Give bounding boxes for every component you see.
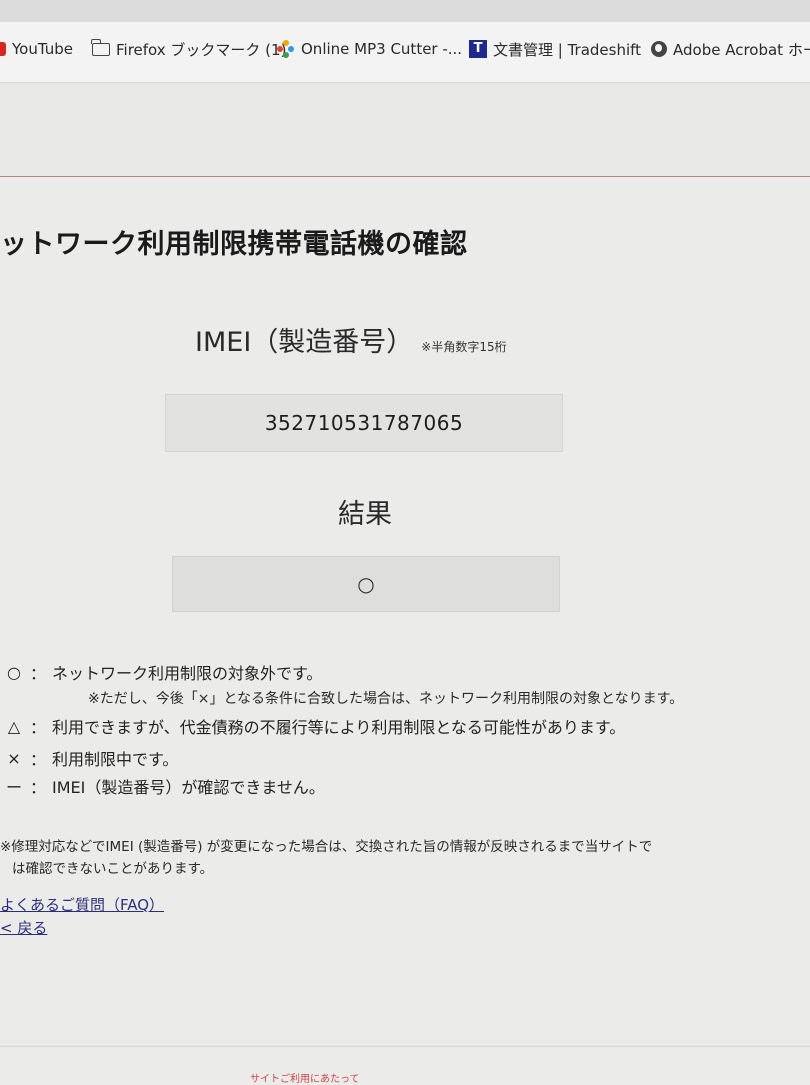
legend-separator: ：: [29, 664, 46, 683]
legend-symbol: ○: [7, 662, 21, 682]
legend-text: ネットワーク利用制限の対象外です。: [52, 664, 323, 683]
bookmark-label: Adobe Acrobat ホーム: [673, 40, 810, 59]
bookmark-adobe-acrobat[interactable]: Adobe Acrobat ホーム: [651, 36, 810, 62]
bookmark-tradeshift[interactable]: T 文書管理 | Tradeshift: [469, 36, 641, 62]
legend-separator: ：: [29, 778, 46, 797]
legend-symbol: ー: [5, 778, 22, 797]
content-area: [0, 177, 810, 1080]
result-label: 結果: [338, 499, 392, 530]
legend-text: IMEI（製造番号）が確認できません。: [52, 778, 325, 797]
legend-item-circle: ○ ： ネットワーク利用制限の対象外です。: [4, 660, 322, 684]
legend-symbol: ×: [7, 748, 21, 768]
imei-note: ※半角数字15桁: [421, 340, 507, 354]
imei-field[interactable]: 352710531787065: [165, 394, 563, 452]
legend-item-triangle: △ ： 利用できますが、代金債務の不履行等により利用制限となる可能性があります。: [4, 714, 625, 738]
imei-label-text: IMEI（製造番号）: [195, 327, 414, 358]
legend-sub-note: ※ただし、今後「×」となる条件に合致した場合は、ネットワーク利用制限の対象となり…: [88, 691, 684, 707]
back-link[interactable]: < 戻る: [0, 917, 47, 938]
legend-item-dash: ー ： IMEI（製造番号）が確認できません。: [4, 774, 325, 798]
globe-icon: [651, 41, 667, 57]
result-field: ○: [172, 556, 560, 612]
bookmark-firefox-folder[interactable]: Firefox ブックマーク (1): [91, 36, 287, 62]
header-area: [0, 83, 810, 176]
imei-label: IMEI（製造番号） ※半角数字15桁: [195, 320, 507, 359]
bookmark-mp3-cutter[interactable]: Online MP3 Cutter -...: [277, 36, 462, 62]
folder-icon: [91, 38, 110, 56]
repair-notice-line1: ※修理対応などでIMEI (製造番号) が変更になった場合は、交換された旨の情報…: [0, 839, 653, 855]
footer-divider: [0, 1046, 810, 1047]
bookmark-label: YouTube: [12, 40, 73, 58]
legend-text: 利用できますが、代金債務の不履行等により利用制限となる可能性があります。: [52, 718, 626, 737]
legend-item-cross: × ： 利用制限中です。: [4, 746, 178, 770]
legend-separator: ：: [29, 718, 46, 737]
bookmark-label: Firefox ブックマーク (1): [116, 40, 287, 59]
footer: サイトご利用にあたって: [250, 1070, 360, 1085]
bookmark-youtube[interactable]: YouTube: [0, 36, 73, 62]
bookmarks-bar: YouTube Firefox ブックマーク (1) Online MP3 Cu…: [0, 0, 810, 83]
tradeshift-icon: T: [469, 40, 487, 58]
mp3-cutter-icon: [277, 40, 295, 58]
bookmark-label: 文書管理 | Tradeshift: [493, 40, 642, 59]
page-title: ットワーク利用制限携帯電話機の確認: [0, 229, 468, 260]
legend-separator: ：: [29, 750, 46, 769]
legend-symbol: △: [7, 716, 21, 736]
legend-text: 利用制限中です。: [52, 750, 179, 769]
bookmark-label: Online MP3 Cutter -...: [301, 40, 463, 58]
youtube-icon: [0, 42, 6, 56]
repair-notice-line2: は確認できないことがあります。: [12, 861, 214, 877]
faq-link[interactable]: よくあるご質問（FAQ）: [0, 894, 164, 915]
repair-notice: ※修理対応などでIMEI (製造番号) が変更になった場合は、交換された旨の情報…: [0, 836, 652, 880]
